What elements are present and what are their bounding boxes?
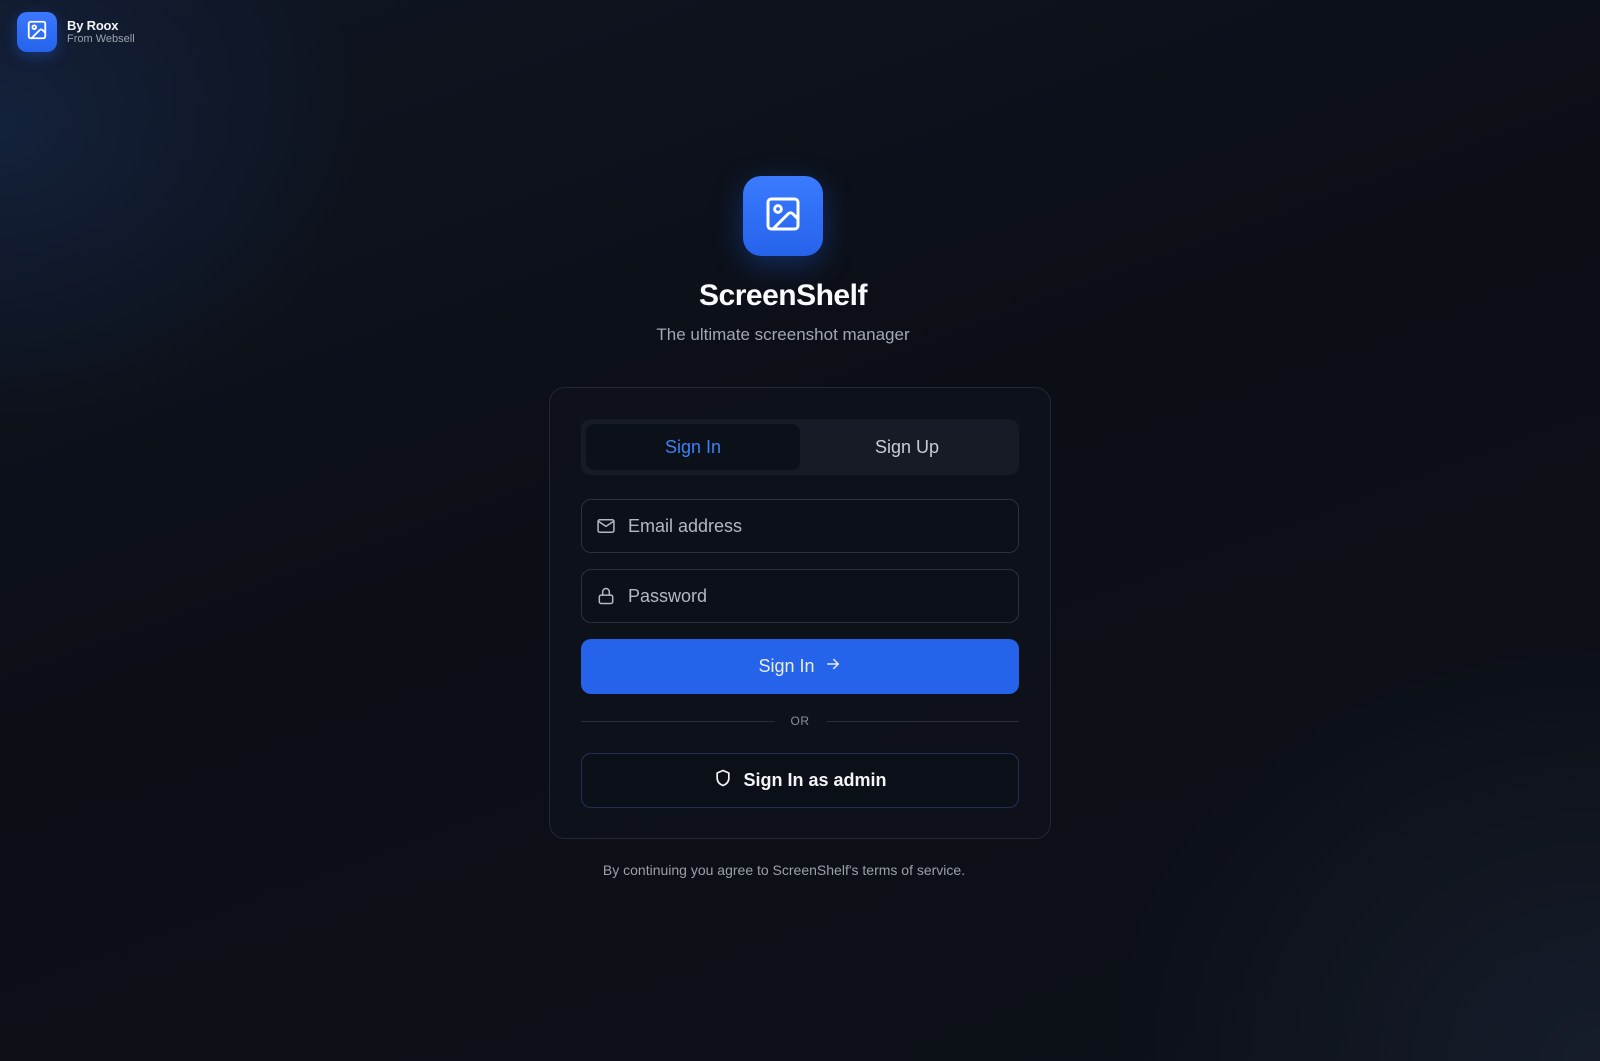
brand-logo: [17, 12, 57, 52]
brand-subtitle: From Websell: [67, 33, 135, 45]
image-icon: [26, 19, 48, 46]
password-input[interactable]: [616, 570, 1018, 622]
sign-in-button[interactable]: Sign In: [581, 639, 1019, 694]
shield-icon: [713, 768, 733, 793]
admin-sign-in-button[interactable]: Sign In as admin: [581, 753, 1019, 808]
auth-tabs: Sign In Sign Up: [581, 419, 1019, 475]
tab-sign-in[interactable]: Sign In: [586, 424, 800, 470]
terms-notice: By continuing you agree to ScreenShelf's…: [602, 862, 966, 878]
divider-line: [825, 720, 1019, 722]
app-tagline: The ultimate screenshot manager: [656, 325, 910, 344]
or-divider: OR: [581, 711, 1019, 731]
password-field[interactable]: [581, 569, 1019, 623]
admin-sign-in-label: Sign In as admin: [743, 770, 887, 790]
image-icon: [763, 194, 803, 239]
brand-title: By Roox: [67, 18, 119, 33]
divider-line: [581, 720, 775, 722]
sign-in-button-label: Sign In: [758, 656, 815, 676]
divider-label: OR: [790, 714, 810, 728]
email-field[interactable]: [581, 499, 1019, 553]
email-input[interactable]: [616, 500, 1018, 552]
app-title: ScreenShelf: [699, 279, 867, 312]
app-logo: [743, 176, 823, 256]
app-header: ScreenShelf The ultimate screenshot mana…: [0, 176, 1600, 345]
brand-badge: By Roox From Websell: [17, 12, 135, 52]
mail-icon: [596, 516, 616, 536]
tab-sign-up[interactable]: Sign Up: [800, 424, 1014, 470]
arrow-right-icon: [824, 655, 842, 678]
auth-card: Sign In Sign Up Sign In: [549, 387, 1051, 839]
lock-icon: [596, 586, 616, 606]
